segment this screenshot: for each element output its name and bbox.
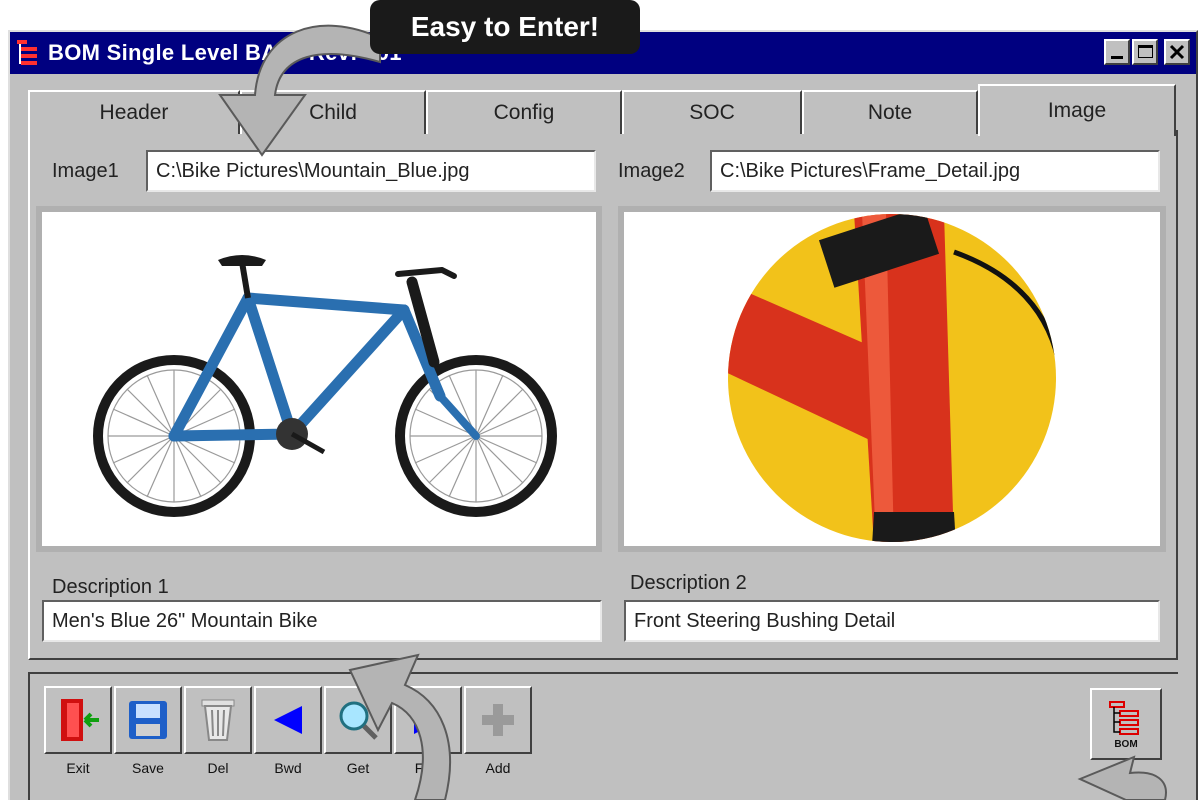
bom-arrow-icon	[1077, 755, 1167, 800]
easy-to-enter-callout: Easy to Enter!	[370, 0, 640, 54]
minimize-icon	[1111, 56, 1123, 59]
image2-preview	[618, 206, 1166, 552]
image1-preview	[36, 206, 602, 552]
bom-tree-icon	[1109, 700, 1139, 735]
bom-label: BOM	[1114, 738, 1138, 750]
image-tab-panel: Image1 Image2	[28, 130, 1178, 660]
save-disk-icon	[129, 701, 167, 739]
del-label: Del	[207, 760, 229, 776]
save-button[interactable]	[114, 686, 182, 754]
tab-image[interactable]: Image	[978, 84, 1176, 136]
bwd-label: Bwd	[274, 760, 302, 776]
close-icon	[1169, 44, 1185, 60]
backward-button[interactable]	[254, 686, 322, 754]
maximize-icon	[1138, 45, 1153, 58]
tab-note[interactable]: Note	[802, 90, 978, 134]
bom-button[interactable]: BOM	[1090, 688, 1162, 760]
callout-arrow-icon	[218, 24, 381, 157]
description-arrow-icon	[348, 653, 452, 800]
bom-window: BOM Single Level BA01 Rev: 001 Header Ch…	[8, 30, 1198, 800]
toolbar: Exit Save Del Bwd Get Add BOM	[28, 672, 1178, 800]
image2-path-field[interactable]	[710, 150, 1160, 192]
maximize-button[interactable]	[1132, 39, 1158, 65]
tab-config[interactable]: Config	[426, 90, 622, 134]
minimize-button[interactable]	[1104, 39, 1130, 65]
description1-label: Description 1	[52, 576, 169, 598]
delete-button[interactable]	[184, 686, 252, 754]
trash-can-icon	[201, 699, 235, 741]
exit-door-icon	[61, 699, 99, 741]
arrow-left-icon	[274, 706, 302, 734]
description2-label: Description 2	[630, 572, 747, 594]
plus-icon	[482, 704, 514, 736]
tab-soc[interactable]: SOC	[622, 90, 802, 134]
bom-app-icon	[16, 38, 42, 68]
image1-label: Image1	[52, 160, 119, 182]
frame-detail-image	[624, 212, 1160, 546]
exit-label: Exit	[66, 760, 90, 776]
close-button[interactable]	[1164, 39, 1190, 65]
description2-field[interactable]	[624, 600, 1160, 642]
mountain-bike-image	[42, 212, 596, 546]
description1-field[interactable]	[42, 600, 602, 642]
image2-label: Image2	[618, 160, 685, 182]
save-label: Save	[132, 760, 164, 776]
exit-button[interactable]	[44, 686, 112, 754]
